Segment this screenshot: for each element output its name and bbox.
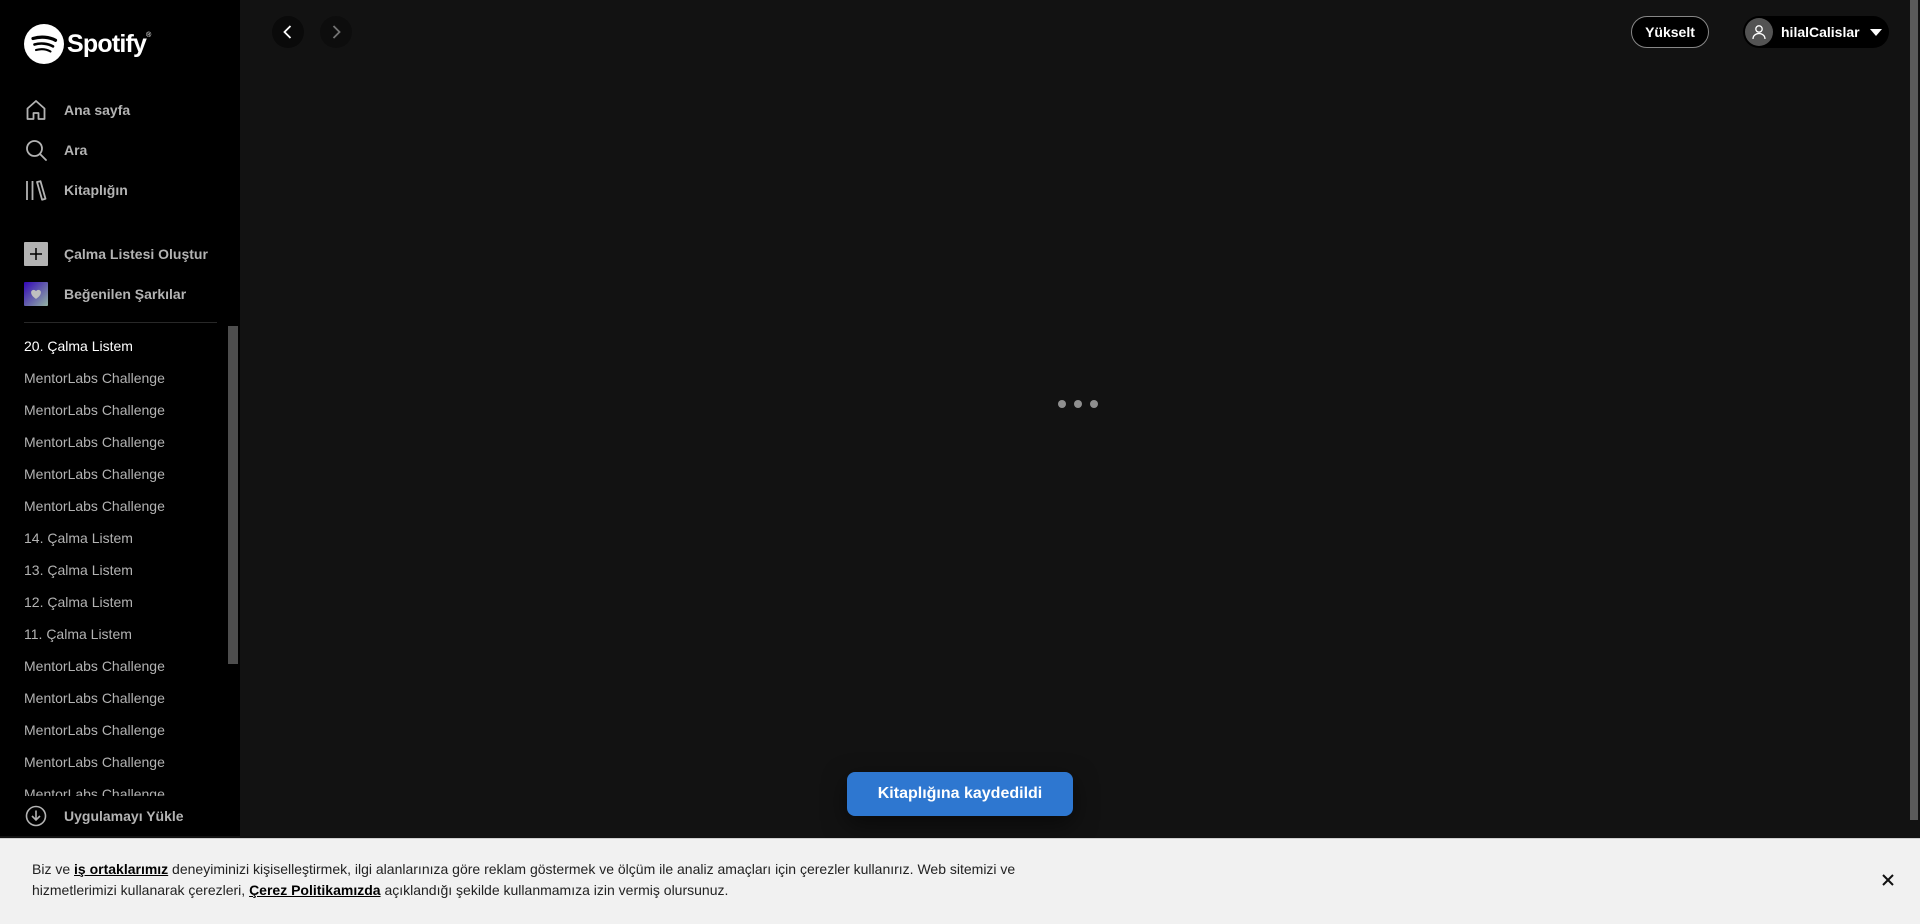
playlist-item[interactable]: MentorLabs Challenge — [24, 362, 224, 394]
playlist-item[interactable]: MentorLabs Challenge — [24, 394, 224, 426]
spotify-logo[interactable]: Spotify® — [24, 24, 151, 64]
sidebar-scrollbar[interactable] — [228, 326, 238, 664]
sidebar-actions: Çalma Listesi Oluştur Beğenilen Şarkılar — [24, 234, 224, 314]
playlist-item[interactable]: 11. Çalma Listem — [24, 618, 224, 650]
create-playlist-label: Çalma Listesi Oluştur — [64, 246, 208, 262]
close-icon — [1882, 874, 1894, 886]
install-app-label: Uygulamayı Yükle — [64, 808, 184, 824]
user-avatar — [1745, 18, 1773, 46]
main-scrollbar[interactable] — [1908, 0, 1920, 836]
back-button[interactable] — [272, 16, 304, 48]
sidebar: Spotify® Ana sayfa Ara Kitaplığın Çalma … — [0, 0, 240, 836]
main-nav: Ana sayfa Ara Kitaplığın — [24, 90, 224, 210]
playlist-item[interactable]: MentorLabs Challenge — [24, 458, 224, 490]
cookie-close-button[interactable] — [1876, 868, 1900, 892]
playlist-item[interactable]: 14. Çalma Listem — [24, 522, 224, 554]
caret-down-icon — [1869, 28, 1882, 36]
user-menu-button[interactable]: hilalCalislar — [1743, 16, 1889, 48]
loading-dot — [1058, 400, 1066, 408]
playlist-list: 20. Çalma Listem MentorLabs Challenge Me… — [24, 330, 224, 796]
loading-indicator — [1058, 400, 1098, 408]
download-icon — [24, 804, 48, 828]
chevron-right-icon — [332, 25, 341, 39]
loading-dot — [1090, 400, 1098, 408]
library-icon — [24, 178, 48, 202]
playlist-item[interactable]: MentorLabs Challenge — [24, 650, 224, 682]
nav-item-home[interactable]: Ana sayfa — [24, 90, 224, 130]
username-label: hilalCalislar — [1781, 24, 1860, 40]
heart-icon — [24, 282, 48, 306]
nav-item-label: Kitaplığın — [64, 182, 128, 198]
playlist-item[interactable]: 12. Çalma Listem — [24, 586, 224, 618]
upgrade-button[interactable]: Yükselt — [1631, 16, 1709, 48]
cookie-banner: Biz ve iş ortaklarımız deneyiminizi kişi… — [0, 838, 1920, 924]
install-app-button[interactable]: Uygulamayı Yükle — [24, 796, 224, 836]
nav-item-search[interactable]: Ara — [24, 130, 224, 170]
playlist-item[interactable]: MentorLabs Challenge — [24, 490, 224, 522]
main-scrollbar-thumb[interactable] — [1910, 0, 1918, 820]
nav-item-library[interactable]: Kitaplığın — [24, 170, 224, 210]
cookie-policy-link[interactable]: Çerez Politikamızda — [249, 882, 381, 898]
nav-item-label: Ana sayfa — [64, 102, 131, 118]
playlist-item[interactable]: MentorLabs Challenge — [24, 778, 224, 796]
top-bar: Yükselt hilalCalislar — [240, 0, 1910, 64]
nav-item-label: Ara — [64, 142, 88, 158]
playlist-item[interactable]: MentorLabs Challenge — [24, 746, 224, 778]
plus-icon — [24, 242, 48, 266]
search-icon — [24, 138, 48, 162]
playlist-item[interactable]: 13. Çalma Listem — [24, 554, 224, 586]
spotify-wordmark: Spotify® — [67, 29, 151, 58]
playlist-item[interactable]: MentorLabs Challenge — [24, 426, 224, 458]
spotify-logo-icon — [24, 24, 64, 64]
playlist-item[interactable]: 20. Çalma Listem — [24, 330, 224, 362]
partners-link[interactable]: iş ortaklarımız — [74, 861, 168, 877]
home-icon — [24, 98, 48, 122]
cookie-text: Biz ve iş ortaklarımız deneyiminizi kişi… — [32, 861, 1016, 898]
create-playlist-button[interactable]: Çalma Listesi Oluştur — [24, 234, 224, 274]
loading-dot — [1074, 400, 1082, 408]
sidebar-divider — [24, 322, 217, 323]
playlist-item[interactable]: MentorLabs Challenge — [24, 682, 224, 714]
liked-songs-label: Beğenilen Şarkılar — [64, 286, 187, 302]
liked-songs-button[interactable]: Beğenilen Şarkılar — [24, 274, 224, 314]
forward-button[interactable] — [320, 16, 352, 48]
saved-to-library-toast: Kitaplığına kaydedildi — [847, 772, 1073, 816]
chevron-left-icon — [283, 25, 292, 39]
user-icon — [1752, 25, 1766, 40]
playlist-item[interactable]: MentorLabs Challenge — [24, 714, 224, 746]
